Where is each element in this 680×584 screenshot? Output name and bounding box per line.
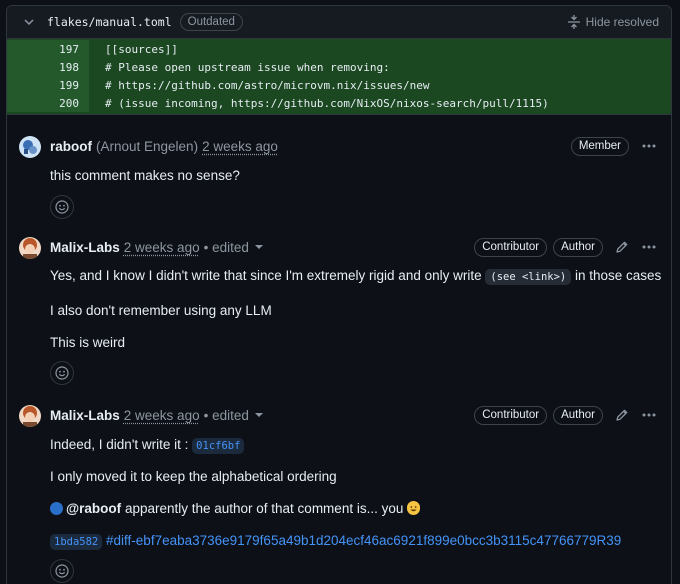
user-mention[interactable]: @raboof [66,501,121,516]
smiley-icon[interactable] [50,195,74,219]
contributor-badge: Contributor [474,237,548,257]
comment-body: Indeed, I didn't write it : 01cf6bf I on… [50,435,671,552]
kebab-horizontal-icon[interactable] [641,138,657,154]
comment-paragraph: @raboof apparently the author of that co… [50,499,671,519]
line-number[interactable]: 197 [7,40,89,58]
diff-line: 198 # Please open upstream issue when rem… [7,58,671,76]
member-badge: Member [570,136,629,156]
avatar[interactable] [19,136,41,158]
outdated-badge: Outdated [179,13,243,31]
mention-avatar [50,502,63,515]
avatar[interactable] [19,405,41,427]
comment-text: apparently the author of that comment is… [124,501,404,516]
commit-sha-link[interactable]: 1bda582 [50,534,103,550]
diff-anchor-link[interactable]: #diff-ebf7eaba3736e9179f65a49b1d204ecf46… [106,533,621,548]
hide-resolved-label: Hide resolved [585,15,659,29]
kebab-horizontal-icon[interactable] [641,407,657,423]
author-name[interactable]: Malix-Labs [50,408,120,423]
edited-dropdown[interactable]: • edited [204,240,263,255]
comment-paragraph: This is weird [50,335,126,350]
diff-line: 200 # (issue incoming, https://github.com… [7,94,671,112]
fold-icon [567,15,580,29]
inline-code: (see <link>) [485,269,572,285]
author-name[interactable]: raboof [50,139,92,154]
comment-timestamp[interactable]: 2 weeks ago [202,139,278,154]
author-full-name: (Arnout Engelen) [96,138,199,154]
comment-text: in those cases [575,268,662,283]
pencil-icon[interactable] [615,408,629,422]
comment-body: this comment makes no sense? [50,166,671,186]
author-badge: Author [553,405,603,425]
diff-line: 197 [[sources]] [7,40,671,58]
comment-paragraph: I also don't remember using any LLM [50,303,272,318]
file-header: flakes/manual.toml Outdated Hide resolve… [7,6,671,39]
caret-down-icon [254,245,263,249]
code-line: [[sources]] [105,42,178,56]
comment: Malix-Labs 2 weeks ago • edited Contribu… [7,237,671,385]
chevron-down-icon[interactable] [21,14,37,30]
file-path[interactable]: flakes/manual.toml [47,15,172,29]
smiley-icon[interactable] [50,361,74,385]
edited-dropdown[interactable]: • edited [204,408,263,423]
comment-header: Malix-Labs 2 weeks ago • edited Contribu… [50,405,671,425]
code-line: # Please open upstream issue when removi… [105,60,390,74]
contributor-badge: Contributor [474,405,548,425]
diff-snippet: 197 [[sources]] 198 # Please open upstream… [7,39,671,115]
hide-resolved-button[interactable]: Hide resolved [567,15,659,29]
diff-line: 199 # https://github.com/astro/microvm.ni… [7,76,671,94]
commit-sha-link[interactable]: 01cf6bf [192,438,245,454]
comment-paragraph: I only moved it to keep the alphabetical… [50,469,337,484]
line-number[interactable]: 198 [7,58,89,76]
code-line: # (issue incoming, https://github.com/Ni… [105,96,549,110]
comment-paragraph: Indeed, I didn't write it : 01cf6bf [50,435,671,456]
avatar[interactable] [19,237,41,259]
author-badge: Author [553,237,603,257]
comment-timestamp[interactable]: 2 weeks ago [124,240,200,255]
comment: raboof (Arnout Engelen) 2 weeks ago Memb… [7,136,671,219]
comment-header: raboof (Arnout Engelen) 2 weeks ago Memb… [50,136,671,156]
comment-header: Malix-Labs 2 weeks ago • edited Contribu… [50,237,671,257]
comment-paragraph: 1bda582 #diff-ebf7eaba3736e9179f65a49b1d… [50,531,671,552]
comment-list: raboof (Arnout Engelen) 2 weeks ago Memb… [7,136,671,583]
grinning-emoji-icon [407,501,421,515]
comment-paragraph: Yes, and I know I didn't write that sinc… [50,266,671,287]
kebab-horizontal-icon[interactable] [641,239,657,255]
review-thread: flakes/manual.toml Outdated Hide resolve… [6,5,672,584]
smiley-icon[interactable] [50,559,74,583]
comment-timestamp[interactable]: 2 weeks ago [124,408,200,423]
comment-text: Indeed, I didn't write it : [50,437,189,452]
author-name[interactable]: Malix-Labs [50,240,120,255]
pencil-icon[interactable] [615,240,629,254]
comment-text: this comment makes no sense? [50,168,240,183]
comment-body: Yes, and I know I didn't write that sinc… [50,266,671,353]
edited-label: • edited [203,407,249,423]
caret-down-icon [254,413,263,417]
line-number[interactable]: 199 [7,76,89,94]
comment-text: Yes, and I know I didn't write that sinc… [50,268,482,283]
line-number[interactable]: 200 [7,94,89,112]
edited-label: • edited [203,239,249,255]
comment: Malix-Labs 2 weeks ago • edited Contribu… [7,405,671,583]
code-line: # https://github.com/astro/microvm.nix/i… [105,78,430,92]
